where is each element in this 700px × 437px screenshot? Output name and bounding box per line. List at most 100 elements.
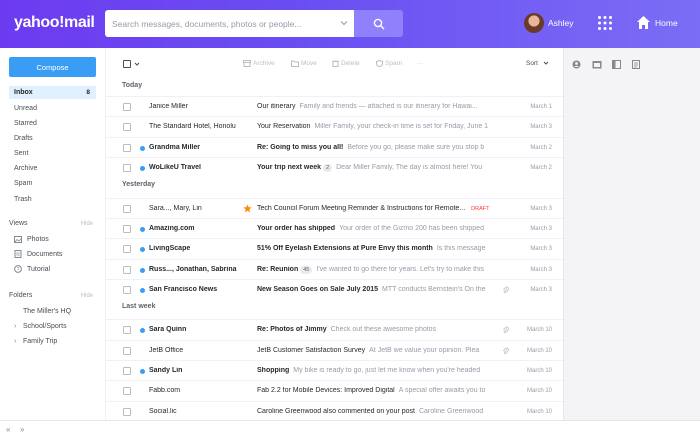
folder-item-millers-hq[interactable]: The Miller's HQ <box>14 306 71 318</box>
archive-label: Archive <box>253 60 275 68</box>
sidebar-item-starred[interactable]: Starred <box>9 117 96 130</box>
message-snippet: Is this message <box>436 245 486 252</box>
message-snippet: Check out these awesome photos <box>330 326 437 333</box>
attachment-icon <box>502 347 509 355</box>
notes-icon[interactable] <box>632 60 640 69</box>
message-checkbox[interactable] <box>123 164 131 172</box>
move-label: Move <box>301 60 317 68</box>
sort-button[interactable]: Sort <box>526 60 549 67</box>
folder-item-school-sports[interactable]: › School/Sports <box>14 321 67 333</box>
message-row[interactable]: Grandma Miller Re: Going to miss you all!… <box>106 137 564 157</box>
message-row[interactable]: San Francisco News New Season Goes on Sal… <box>106 279 564 299</box>
sidebar-item-trash[interactable]: Trash <box>9 193 96 206</box>
message-row[interactable]: Sandy Lin Shopping My bike is ready to go,… <box>106 360 564 380</box>
folder-item-family-trip[interactable]: › Family Trip <box>14 336 57 348</box>
select-all-checkbox[interactable] <box>123 60 131 68</box>
search-button[interactable] <box>354 10 403 37</box>
message-checkbox[interactable] <box>123 245 131 253</box>
calendar-icon[interactable] <box>592 60 602 69</box>
home-icon[interactable] <box>636 15 651 30</box>
move-button[interactable]: Move <box>291 60 317 67</box>
message-checkbox[interactable] <box>123 326 131 334</box>
user-name[interactable]: Ashley <box>548 18 574 28</box>
chevron-right-icon[interactable]: › <box>14 321 23 333</box>
message-row[interactable]: LivingScape 51% Off Eyelash Extensions at… <box>106 238 564 258</box>
apps-grid-icon[interactable] <box>597 15 613 31</box>
message-row[interactable]: WoLikeU Travel Your trip next week 2 Dear M… <box>106 157 564 177</box>
help-icon: ? <box>14 265 22 273</box>
message-date: March 3 <box>530 206 552 212</box>
message-date: March 3 <box>530 246 552 252</box>
star-icon[interactable] <box>243 204 252 213</box>
more-actions-button[interactable]: ··· <box>417 60 424 67</box>
avatar[interactable] <box>524 13 544 33</box>
search-input[interactable] <box>105 10 337 37</box>
message-checkbox[interactable] <box>123 103 131 111</box>
message-date: March 10 <box>526 348 552 354</box>
message-row[interactable]: Amazing.com Your order has shipped Your or… <box>106 218 564 238</box>
shield-icon <box>376 59 383 68</box>
message-row[interactable]: Social.lic Caroline Greenwood also commen… <box>106 401 564 421</box>
message-checkbox[interactable] <box>123 144 131 152</box>
message-checkbox[interactable] <box>123 387 131 395</box>
view-item-tutorial[interactable]: ? Tutorial <box>14 264 50 276</box>
sidebar-item-drafts[interactable]: Drafts <box>9 132 96 145</box>
message-row[interactable]: Sara..., Mary, Lin Tech Council Forum Mee… <box>106 198 564 218</box>
message-checkbox[interactable] <box>123 408 131 416</box>
message-row[interactable]: Fabb.com Fab 2.2 for Mobile Devices: Impr… <box>106 380 564 400</box>
sort-label: Sort <box>526 60 538 67</box>
app-header: yahoo!mail Ashley Home <box>0 0 700 48</box>
message-row[interactable]: The Standard Hotel, Honolu Your Reservati… <box>106 116 564 136</box>
chevron-down-icon[interactable] <box>340 19 348 27</box>
message-checkbox[interactable] <box>123 266 131 274</box>
message-row[interactable]: Sara Quinn Re: Photos of Jimmy Check out t… <box>106 319 564 339</box>
folders-hide-link[interactable]: Hide <box>81 293 93 299</box>
message-preview: Re: Going to miss you all! Before you go,… <box>257 144 497 151</box>
trash-icon <box>332 60 339 67</box>
chevron-down-icon[interactable] <box>134 61 140 67</box>
message-checkbox[interactable] <box>123 367 131 375</box>
compose-button[interactable]: Compose <box>9 57 96 77</box>
sidebar-item-inbox[interactable]: Inbox 8 <box>9 86 96 99</box>
sidebar-item-sent[interactable]: Sent <box>9 147 96 160</box>
views-hide-link[interactable]: Hide <box>81 221 93 227</box>
message-sender: WoLikeU Travel <box>149 164 202 171</box>
delete-label: Delete <box>341 60 360 68</box>
message-snippet: Caroline Greenwood <box>418 408 484 415</box>
view-item-photos[interactable]: Photos <box>14 234 49 246</box>
sidebar-item-unread[interactable]: Unread <box>9 102 96 115</box>
message-checkbox[interactable] <box>123 123 131 131</box>
message-date: March 10 <box>526 327 552 333</box>
chevron-right-icon[interactable]: › <box>14 336 23 348</box>
sidebar-item-archive[interactable]: Archive <box>9 162 96 175</box>
message-subject: Fab 2.2 for Mobile Devices: Improved Dig… <box>257 387 395 394</box>
notepad-icon[interactable] <box>612 60 621 69</box>
message-checkbox[interactable] <box>123 347 131 355</box>
sidebar-item-label: Unread <box>14 105 37 112</box>
view-item-documents[interactable]: Documents <box>14 249 62 261</box>
message-row[interactable]: Russ..., Jonathan, Sabrina Re: Reunion 45 I… <box>106 259 564 279</box>
archive-button[interactable]: Archive <box>243 60 275 67</box>
message-row[interactable]: Janice Miller Our itinerary Family and fri… <box>106 96 564 116</box>
message-sender: Fabb.com <box>149 387 181 394</box>
contacts-icon[interactable] <box>572 60 581 69</box>
message-row[interactable]: JetB Office JetB Customer Satisfaction Su… <box>106 340 564 360</box>
footer-bar: « » <box>0 420 700 437</box>
yahoo-mail-logo[interactable]: yahoo!mail <box>14 14 95 32</box>
sidebar-item-label: Archive <box>14 165 38 172</box>
message-checkbox[interactable] <box>123 225 131 233</box>
message-checkbox[interactable] <box>123 286 131 294</box>
collapse-left-icon[interactable]: « <box>6 425 10 434</box>
spam-button[interactable]: Spam <box>376 59 402 68</box>
unread-dot <box>140 268 145 273</box>
sidebar-item-spam[interactable]: Spam <box>9 177 96 190</box>
message-preview: Your trip next week 2 Dear Miller Family, … <box>257 164 497 172</box>
date-group-heading: Last week <box>122 303 156 310</box>
message-list: Archive Move Delete Spam ··· Sort Today Y… <box>105 48 564 421</box>
message-checkbox[interactable] <box>123 205 131 213</box>
expand-right-icon[interactable]: » <box>20 425 24 434</box>
message-snippet: Family and friends — attached is our iti… <box>299 103 478 110</box>
delete-button[interactable]: Delete <box>332 60 360 67</box>
home-link[interactable]: Home <box>655 18 678 28</box>
message-snippet: I've wanted to go there for years. Let's… <box>316 266 485 273</box>
